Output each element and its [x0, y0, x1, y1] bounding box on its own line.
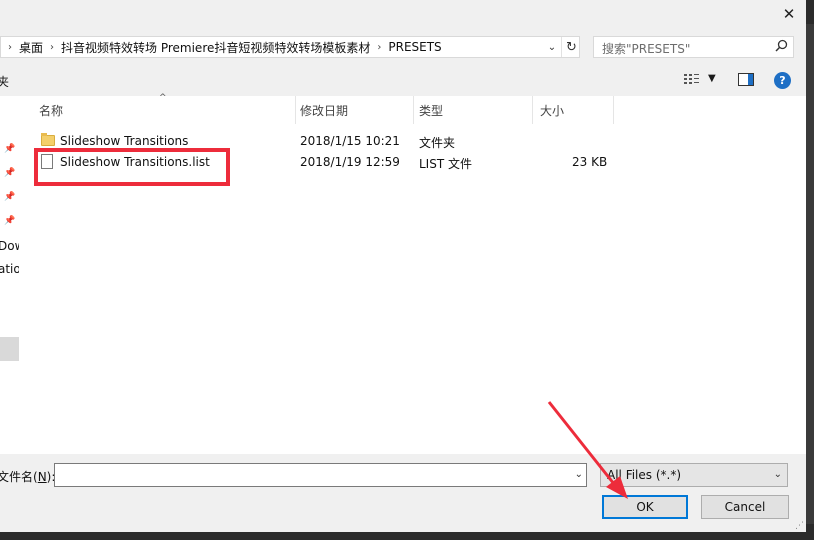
view-dropdown-icon[interactable]: ▼	[708, 73, 716, 84]
breadcrumb-separator-icon[interactable]: ›	[377, 42, 381, 53]
file-name-label: 文件名(N):	[0, 468, 55, 485]
breadcrumb-project-folder[interactable]: 抖音视频特效转场 Premiere抖音短视频特效转场模板素材	[61, 39, 370, 56]
pin-icon: 📌	[4, 168, 16, 178]
scrollbar[interactable]	[806, 24, 814, 524]
column-header-size-label: 大小	[540, 103, 565, 118]
pin-icon: 📌	[4, 192, 16, 202]
column-header-modified[interactable]: 修改日期	[300, 96, 413, 124]
column-header-size[interactable]: 大小	[540, 96, 613, 124]
file-type: LIST 文件	[419, 157, 472, 171]
file-open-dialog: ✕ › 桌面 › 抖音视频特效转场 Premiere抖音短视频特效转场模板素材 …	[0, 0, 806, 532]
column-divider[interactable]	[413, 96, 414, 124]
highlight-box	[34, 148, 230, 186]
search-icon[interactable]	[775, 39, 788, 56]
resize-grip-icon[interactable]: ⋰	[795, 521, 804, 531]
help-icon[interactable]: ?	[774, 72, 791, 89]
file-type-select[interactable]: All Files (*.*) ⌄	[600, 463, 788, 487]
cancel-button[interactable]: Cancel	[701, 495, 789, 519]
search-input[interactable]: 搜索"PRESETS"	[593, 36, 794, 58]
file-type: 文件夹	[419, 136, 456, 150]
file-name-label-key: N	[37, 470, 47, 484]
breadcrumb-desktop[interactable]: 桌面	[19, 39, 43, 56]
address-bar[interactable]: › 桌面 › 抖音视频特效转场 Premiere抖音短视频特效转场模板素材 › …	[0, 36, 580, 58]
column-header-type-label: 类型	[419, 103, 444, 118]
ok-button[interactable]: OK	[602, 495, 688, 519]
column-divider[interactable]	[613, 96, 614, 124]
file-name-label-prefix: 文件名(	[0, 470, 38, 484]
file-name: Slideshow Transitions	[60, 134, 189, 148]
column-header-name-label: 名称	[39, 103, 64, 118]
column-header-modified-label: 修改日期	[300, 103, 349, 118]
pin-icon: 📌	[4, 144, 16, 154]
file-name-input[interactable]: ⌄	[54, 463, 587, 487]
file-name-dropdown-icon[interactable]: ⌄	[575, 469, 583, 480]
file-type-dropdown-icon[interactable]: ⌄	[774, 469, 782, 480]
file-modified: 2018/1/15 10:21	[300, 134, 400, 148]
file-type-value: All Files (*.*)	[607, 468, 682, 482]
file-size: 23 KB	[572, 155, 608, 169]
column-header-type[interactable]: 类型	[419, 96, 532, 124]
breadcrumb-separator-icon[interactable]: ›	[50, 42, 54, 53]
refresh-icon[interactable]: ↻	[561, 37, 581, 57]
file-modified: 2018/1/19 12:59	[300, 155, 400, 169]
preview-pane-icon[interactable]	[738, 73, 754, 86]
nav-item-selected[interactable]	[0, 337, 19, 361]
breadcrumb-separator-icon[interactable]: ›	[8, 42, 12, 53]
new-folder-button[interactable]: 夹	[0, 73, 9, 90]
column-header-name[interactable]: 名称	[39, 96, 295, 124]
nav-item-transitions[interactable]: atio	[0, 262, 21, 276]
breadcrumb: › 桌面 › 抖音视频特效转场 Premiere抖音短视频特效转场模板素材 › …	[1, 39, 442, 56]
address-dropdown-icon[interactable]: ⌄	[544, 37, 560, 57]
column-divider[interactable]	[295, 96, 296, 124]
navigation-pane[interactable]: 📌 📌 📌 📌 Dow atio	[0, 96, 24, 454]
folder-icon	[41, 133, 55, 146]
breadcrumb-presets[interactable]: PRESETS	[388, 40, 441, 54]
view-details-icon[interactable]	[683, 72, 701, 88]
column-divider[interactable]	[532, 96, 533, 124]
pin-icon: 📌	[4, 216, 16, 226]
search-placeholder: 搜索"PRESETS"	[602, 42, 691, 56]
close-icon[interactable]: ✕	[778, 2, 800, 26]
